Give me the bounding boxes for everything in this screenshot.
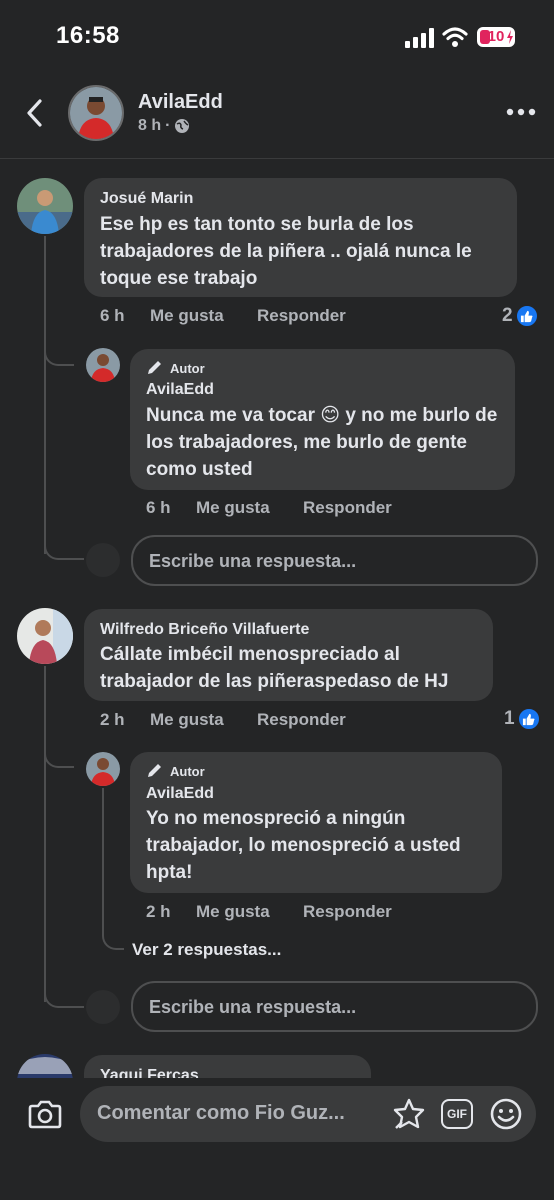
back-button[interactable] [24,98,44,128]
reaction-count[interactable]: 1 [504,707,541,731]
reply-button[interactable]: Responder [257,710,346,730]
reply-time: 6 h [146,498,171,517]
reply-button[interactable]: Responder [303,498,392,518]
reply-author[interactable]: AvilaEdd [146,381,214,399]
wifi-icon [442,27,468,47]
author-badge: Autor [170,360,205,376]
pencil-icon [148,361,161,374]
my-avatar [86,543,120,577]
reply-author[interactable]: AvilaEdd [146,785,214,803]
thread-line [44,236,46,554]
signal-icon [405,28,434,48]
pencil-icon [148,764,161,777]
camera-icon[interactable] [28,1099,62,1129]
globe-icon [175,119,190,133]
comment-text: Cállate imbécil menospreciado al trabaja… [100,644,449,692]
comment-placeholder: Comentar como Fio Guz... [97,1102,345,1124]
reply-button[interactable]: Responder [257,306,346,326]
smiley-icon[interactable] [489,1097,523,1131]
comment-text: Ese hp es tan tonto se burla de los trab… [100,214,472,289]
reply-text: Yo no menospreció a ningún trabajador, l… [146,808,461,883]
post-time: 8 h [138,117,162,134]
reaction-count[interactable]: 2 [502,304,539,328]
like-button[interactable]: Me gusta [150,306,257,326]
reply-author-avatar[interactable] [86,752,120,786]
view-more-replies[interactable]: Ver 2 respuestas... [132,940,281,960]
comment-author[interactable]: Wilfredo Briceño Villafuerte [100,621,309,639]
post-author-avatar[interactable] [68,85,124,141]
author-badge: Autor [170,763,205,779]
reply-placeholder: Escribe una respuesta... [149,551,357,571]
more-icon[interactable] [506,108,536,116]
commenter-avatar[interactable] [17,608,73,664]
reply-author-avatar[interactable] [86,348,120,382]
like-button[interactable]: Me gusta [196,498,303,518]
thumbs-up-icon [514,304,539,328]
comment-bubble[interactable]: Wilfredo Briceño Villafuerte Cállate imb… [84,609,493,701]
like-button[interactable]: Me gusta [196,902,303,922]
comment-time: 6 h [100,306,125,325]
reply-placeholder: Escribe una respuesta... [149,997,357,1017]
reply-thread-line [102,788,104,936]
thumbs-up-icon [516,707,541,731]
gif-icon[interactable]: GIF [441,1099,473,1129]
header-divider [0,158,554,159]
reply-input[interactable]: Escribe una respuesta... [131,535,538,586]
reply-bubble[interactable]: Autor AvilaEdd Yo no menospreció a ningú… [130,752,502,893]
comment-author[interactable]: Josué Marin [100,190,193,208]
sticker-icon[interactable] [392,1097,426,1131]
like-button[interactable]: Me gusta [150,710,257,730]
comment-bubble[interactable]: Josué Marin Ese hp es tan tonto se burla… [84,178,517,297]
comment-time: 2 h [100,710,125,729]
reply-bubble[interactable]: Autor AvilaEdd Nunca me va tocar 😊 y no … [130,349,515,490]
charging-icon [507,30,513,44]
reply-time: 2 h [146,902,171,921]
reply-input[interactable]: Escribe una respuesta... [131,981,538,1032]
thread-line [44,666,46,1002]
my-avatar [86,990,120,1024]
status-time: 16:58 [56,22,120,49]
reply-text: Nunca me va tocar 😊 y no me burlo de los… [146,405,498,480]
reply-button[interactable]: Responder [303,902,392,922]
commenter-avatar[interactable] [17,178,73,234]
post-author-name[interactable]: AvilaEdd [138,91,223,114]
post-time-separator: · [165,117,171,134]
